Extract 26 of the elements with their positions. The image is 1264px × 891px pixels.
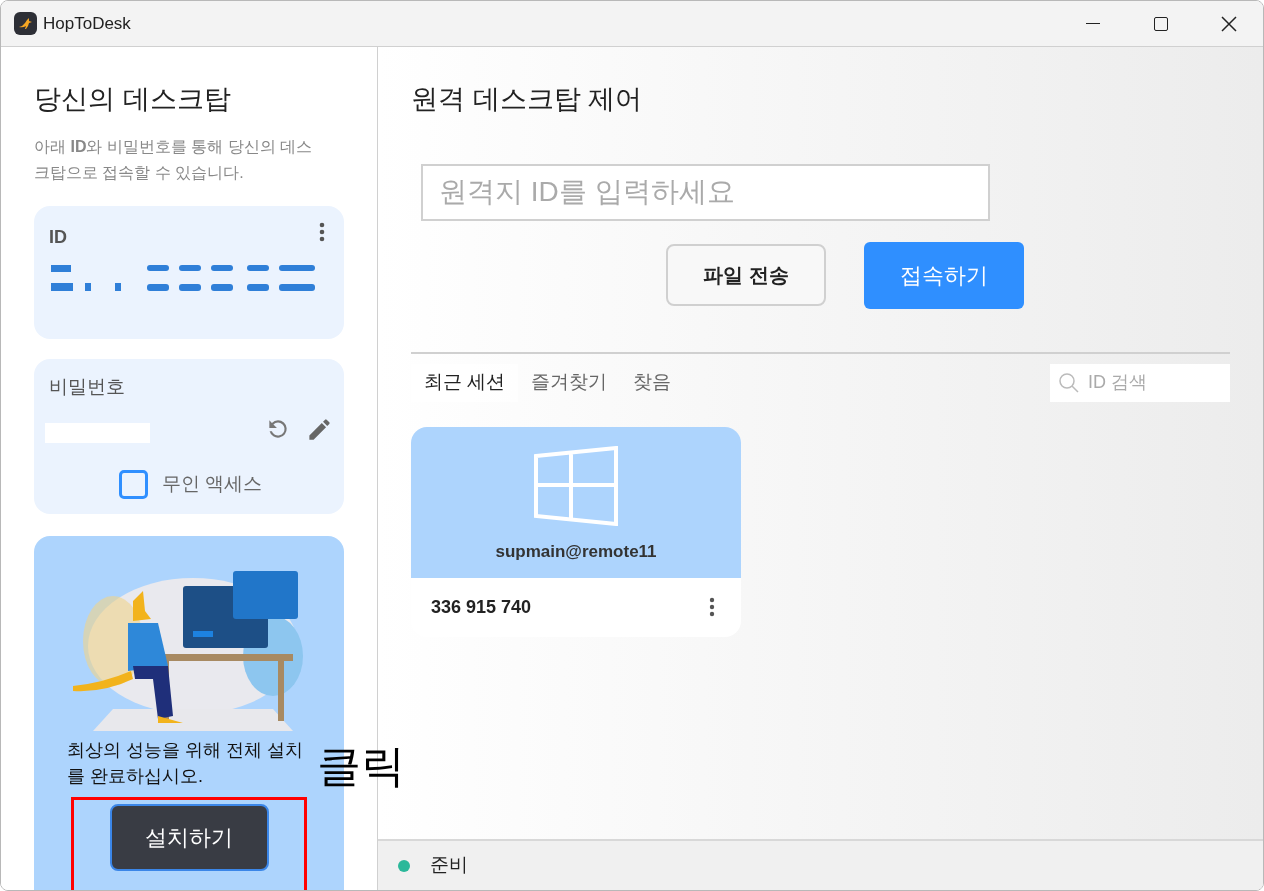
close-icon	[1221, 15, 1237, 32]
session-id: 336 915 740	[431, 595, 532, 619]
window-title: HopToDesk	[43, 12, 131, 35]
description-text: 아래 ID와 비밀번호를 통해 당신의 데스크탑으로 접속할 수 있습니다.	[34, 136, 314, 183]
more-icon[interactable]	[709, 597, 715, 617]
windows-logo-icon	[534, 445, 618, 526]
search-field[interactable]: ID 검색	[1050, 363, 1230, 402]
more-icon[interactable]	[319, 221, 325, 242]
annotation-text: 클릭	[317, 740, 405, 792]
remote-id-field[interactable]: 원격지 ID를 입력하세요	[421, 163, 990, 221]
section-heading: 당신의 데스크탑	[34, 83, 232, 116]
id-label: ID	[49, 225, 67, 249]
status-text: 준비	[430, 853, 468, 878]
promo-text: 최상의 성능을 위해 전체 설치를 완료하십시오.	[67, 738, 304, 788]
session-card[interactable]: supmain@remote11 336 915 740	[411, 426, 741, 637]
unattended-label: 무인 액세스	[162, 471, 263, 496]
app-logo-icon	[14, 12, 37, 35]
tab[interactable]: 즐겨찾기	[518, 363, 621, 402]
install-button[interactable]: 설치하기	[109, 803, 269, 871]
tab[interactable]: 찾음	[620, 363, 685, 402]
session-name: supmain@remote11	[495, 540, 657, 563]
file-transfer-button[interactable]: 파일 전송	[666, 244, 826, 306]
password-label: 비밀번호	[49, 374, 126, 399]
search-icon	[1058, 371, 1080, 394]
unattended-checkbox[interactable]	[119, 469, 148, 499]
section-heading: 원격 데스크탑 제어	[411, 83, 643, 116]
